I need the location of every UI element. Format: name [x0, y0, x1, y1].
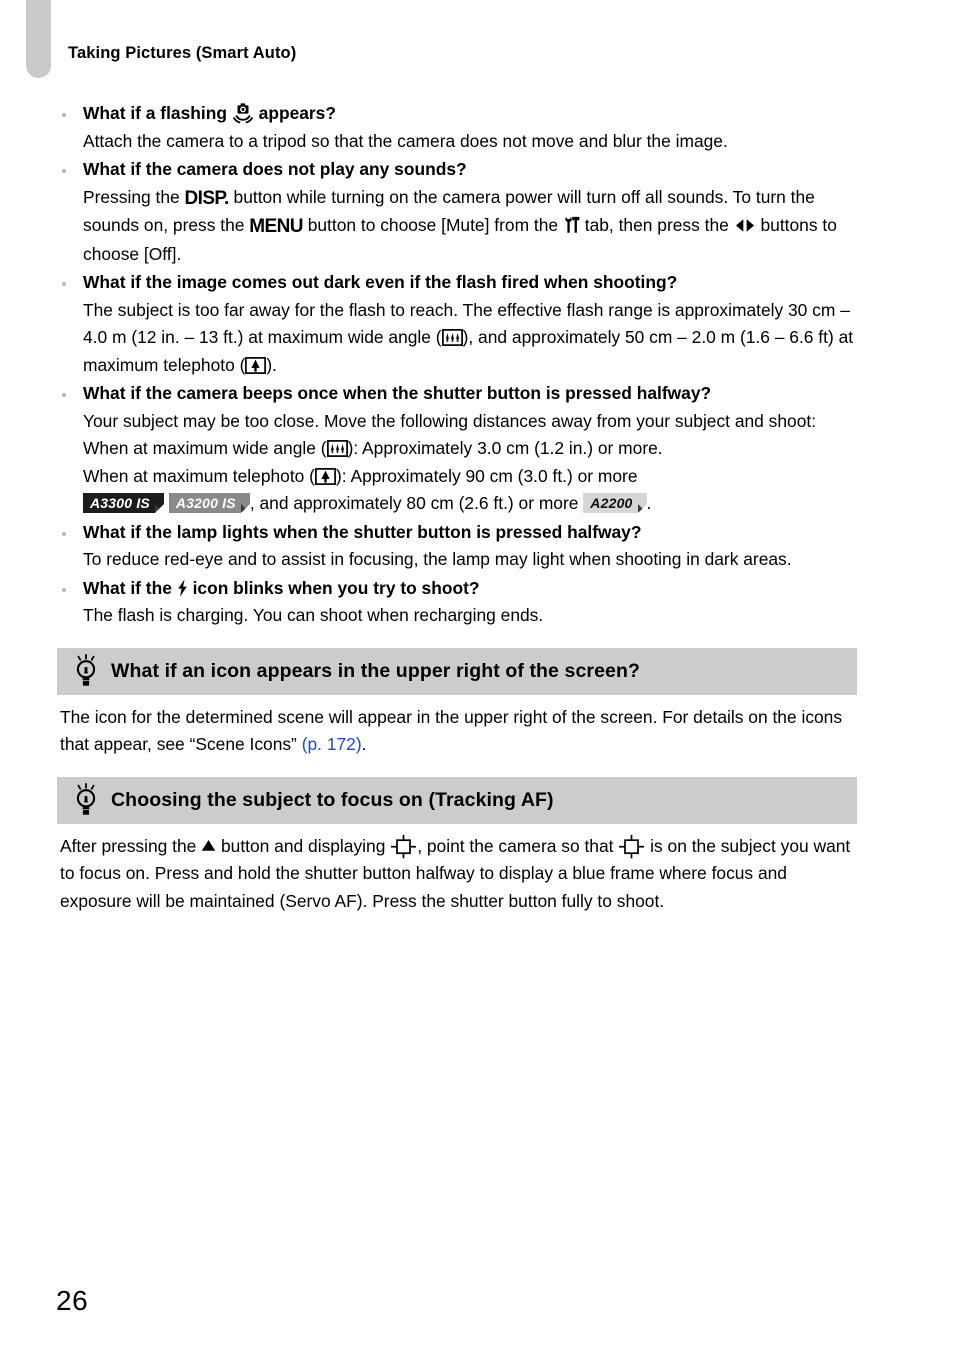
- faq-question: What if the image comes out dark even if…: [83, 272, 678, 292]
- tracking-af-frame-icon: [618, 834, 645, 859]
- model-badge-label: A2200: [590, 495, 633, 511]
- page-content: What if a flashing appears? Attach the c…: [57, 100, 857, 915]
- page-reference-link[interactable]: (p. 172): [302, 734, 362, 754]
- model-badge-a2200: A2200: [583, 493, 647, 513]
- page-number: 26: [56, 1285, 89, 1316]
- answer-text: When at maximum wide angle (: [83, 438, 327, 458]
- telephoto-zoom-icon: [315, 466, 336, 485]
- tip-body-text: .: [361, 734, 367, 754]
- tip-body-text: button and displaying: [221, 835, 386, 856]
- faq-question: What if the icon blinks when you try to …: [83, 575, 857, 603]
- badge-fold-corner: [637, 504, 646, 512]
- faq-question: What if the camera beeps once when the s…: [83, 383, 712, 403]
- tip-title: Choosing the subject to focus on (Tracki…: [111, 788, 554, 811]
- model-badge-label: A3300 IS: [90, 495, 150, 511]
- model-badge-a3300is: A3300 IS: [83, 493, 164, 513]
- faq-item: What if the image comes out dark even if…: [57, 269, 857, 379]
- wide-angle-zoom-icon: [326, 438, 348, 457]
- answer-text: Pressing the: [83, 186, 180, 207]
- answer-text: , and approximately 80 cm (2.6 ft.) or m…: [249, 493, 579, 513]
- telephoto-zoom-icon: [245, 355, 267, 374]
- faq-answer: Your subject may be too close. Move the …: [83, 408, 857, 518]
- faq-question-text-after: appears?: [258, 103, 336, 123]
- faq-question-text-before: What if the: [83, 577, 172, 598]
- answer-text: .: [646, 493, 652, 513]
- model-badge-a3200is: A3200 IS: [168, 493, 250, 513]
- camera-shake-icon: [232, 103, 254, 124]
- faq-answer: To reduce red-eye and to assist in focus…: [83, 549, 792, 569]
- faq-list: What if a flashing appears? Attach the c…: [57, 100, 857, 630]
- tip-body-text: , point the camera so that: [417, 835, 614, 856]
- tip-body-text: The icon for the determined scene will a…: [60, 706, 843, 755]
- disp-button-label: DISP.: [184, 187, 230, 209]
- faq-answer: Pressing the DISP. button while turning …: [83, 184, 857, 269]
- flash-bolt-icon: [177, 578, 188, 597]
- lightbulb-icon: [71, 653, 101, 688]
- faq-answer: The flash is charging. You can shoot whe…: [83, 605, 544, 625]
- tip-body: The icon for the determined scene will a…: [57, 704, 857, 759]
- faq-question-text-after: icon blinks when you try to shoot?: [192, 577, 480, 598]
- tip-title: What if an icon appears in the upper rig…: [111, 659, 641, 682]
- answer-text: ): Approximately 90 cm (3.0 ft.) or more: [335, 465, 638, 486]
- faq-question-text-before: What if a flashing: [83, 103, 227, 123]
- menu-button-label: MENU: [249, 216, 303, 237]
- faq-item: What if the icon blinks when you try to …: [57, 575, 857, 630]
- chapter-edge-tab: [26, 0, 51, 78]
- answer-text: tab, then press the: [584, 215, 729, 235]
- faq-item: What if the lamp lights when the shutter…: [57, 519, 857, 574]
- tip-header: What if an icon appears in the upper rig…: [57, 647, 857, 695]
- tip-body-text: After pressing the: [60, 835, 197, 856]
- faq-answer: Attach the camera to a tripod so that th…: [83, 130, 728, 151]
- badge-fold-corner: [154, 504, 163, 512]
- faq-item: What if the camera beeps once when the s…: [57, 380, 857, 518]
- running-head: Taking Pictures (Smart Auto): [68, 44, 297, 62]
- badge-fold-corner: [240, 504, 249, 512]
- faq-item: What if a flashing appears? Attach the c…: [57, 100, 857, 155]
- left-right-buttons-icon: [734, 214, 756, 232]
- answer-text: ).: [266, 354, 277, 375]
- model-badge-label: A3200 IS: [175, 495, 236, 511]
- answer-text: ): Approximately 3.0 cm (1.2 in.) or mor…: [347, 438, 663, 458]
- faq-question: What if the camera does not play any sou…: [83, 159, 467, 179]
- answer-text: button to choose [Mute] from the: [307, 215, 559, 235]
- lightbulb-icon: [71, 782, 101, 817]
- manual-page: Taking Pictures (Smart Auto) What if a f…: [0, 0, 954, 1345]
- faq-question: What if a flashing appears?: [83, 100, 857, 128]
- faq-item: What if the camera does not play any sou…: [57, 156, 857, 268]
- settings-tab-icon: [563, 215, 580, 233]
- tip-body: After pressing the button and displaying: [57, 833, 857, 916]
- faq-question: What if the lamp lights when the shutter…: [83, 521, 642, 542]
- faq-answer: The subject is too far away for the flas…: [83, 297, 857, 380]
- tracking-af-frame-icon: [390, 834, 417, 859]
- wide-angle-zoom-icon: [441, 327, 463, 346]
- answer-text: When at maximum telephoto (: [83, 465, 315, 486]
- up-button-icon: [201, 833, 216, 851]
- answer-text: Your subject may be too close. Move the …: [83, 410, 817, 431]
- tip-header: Choosing the subject to focus on (Tracki…: [57, 776, 857, 824]
